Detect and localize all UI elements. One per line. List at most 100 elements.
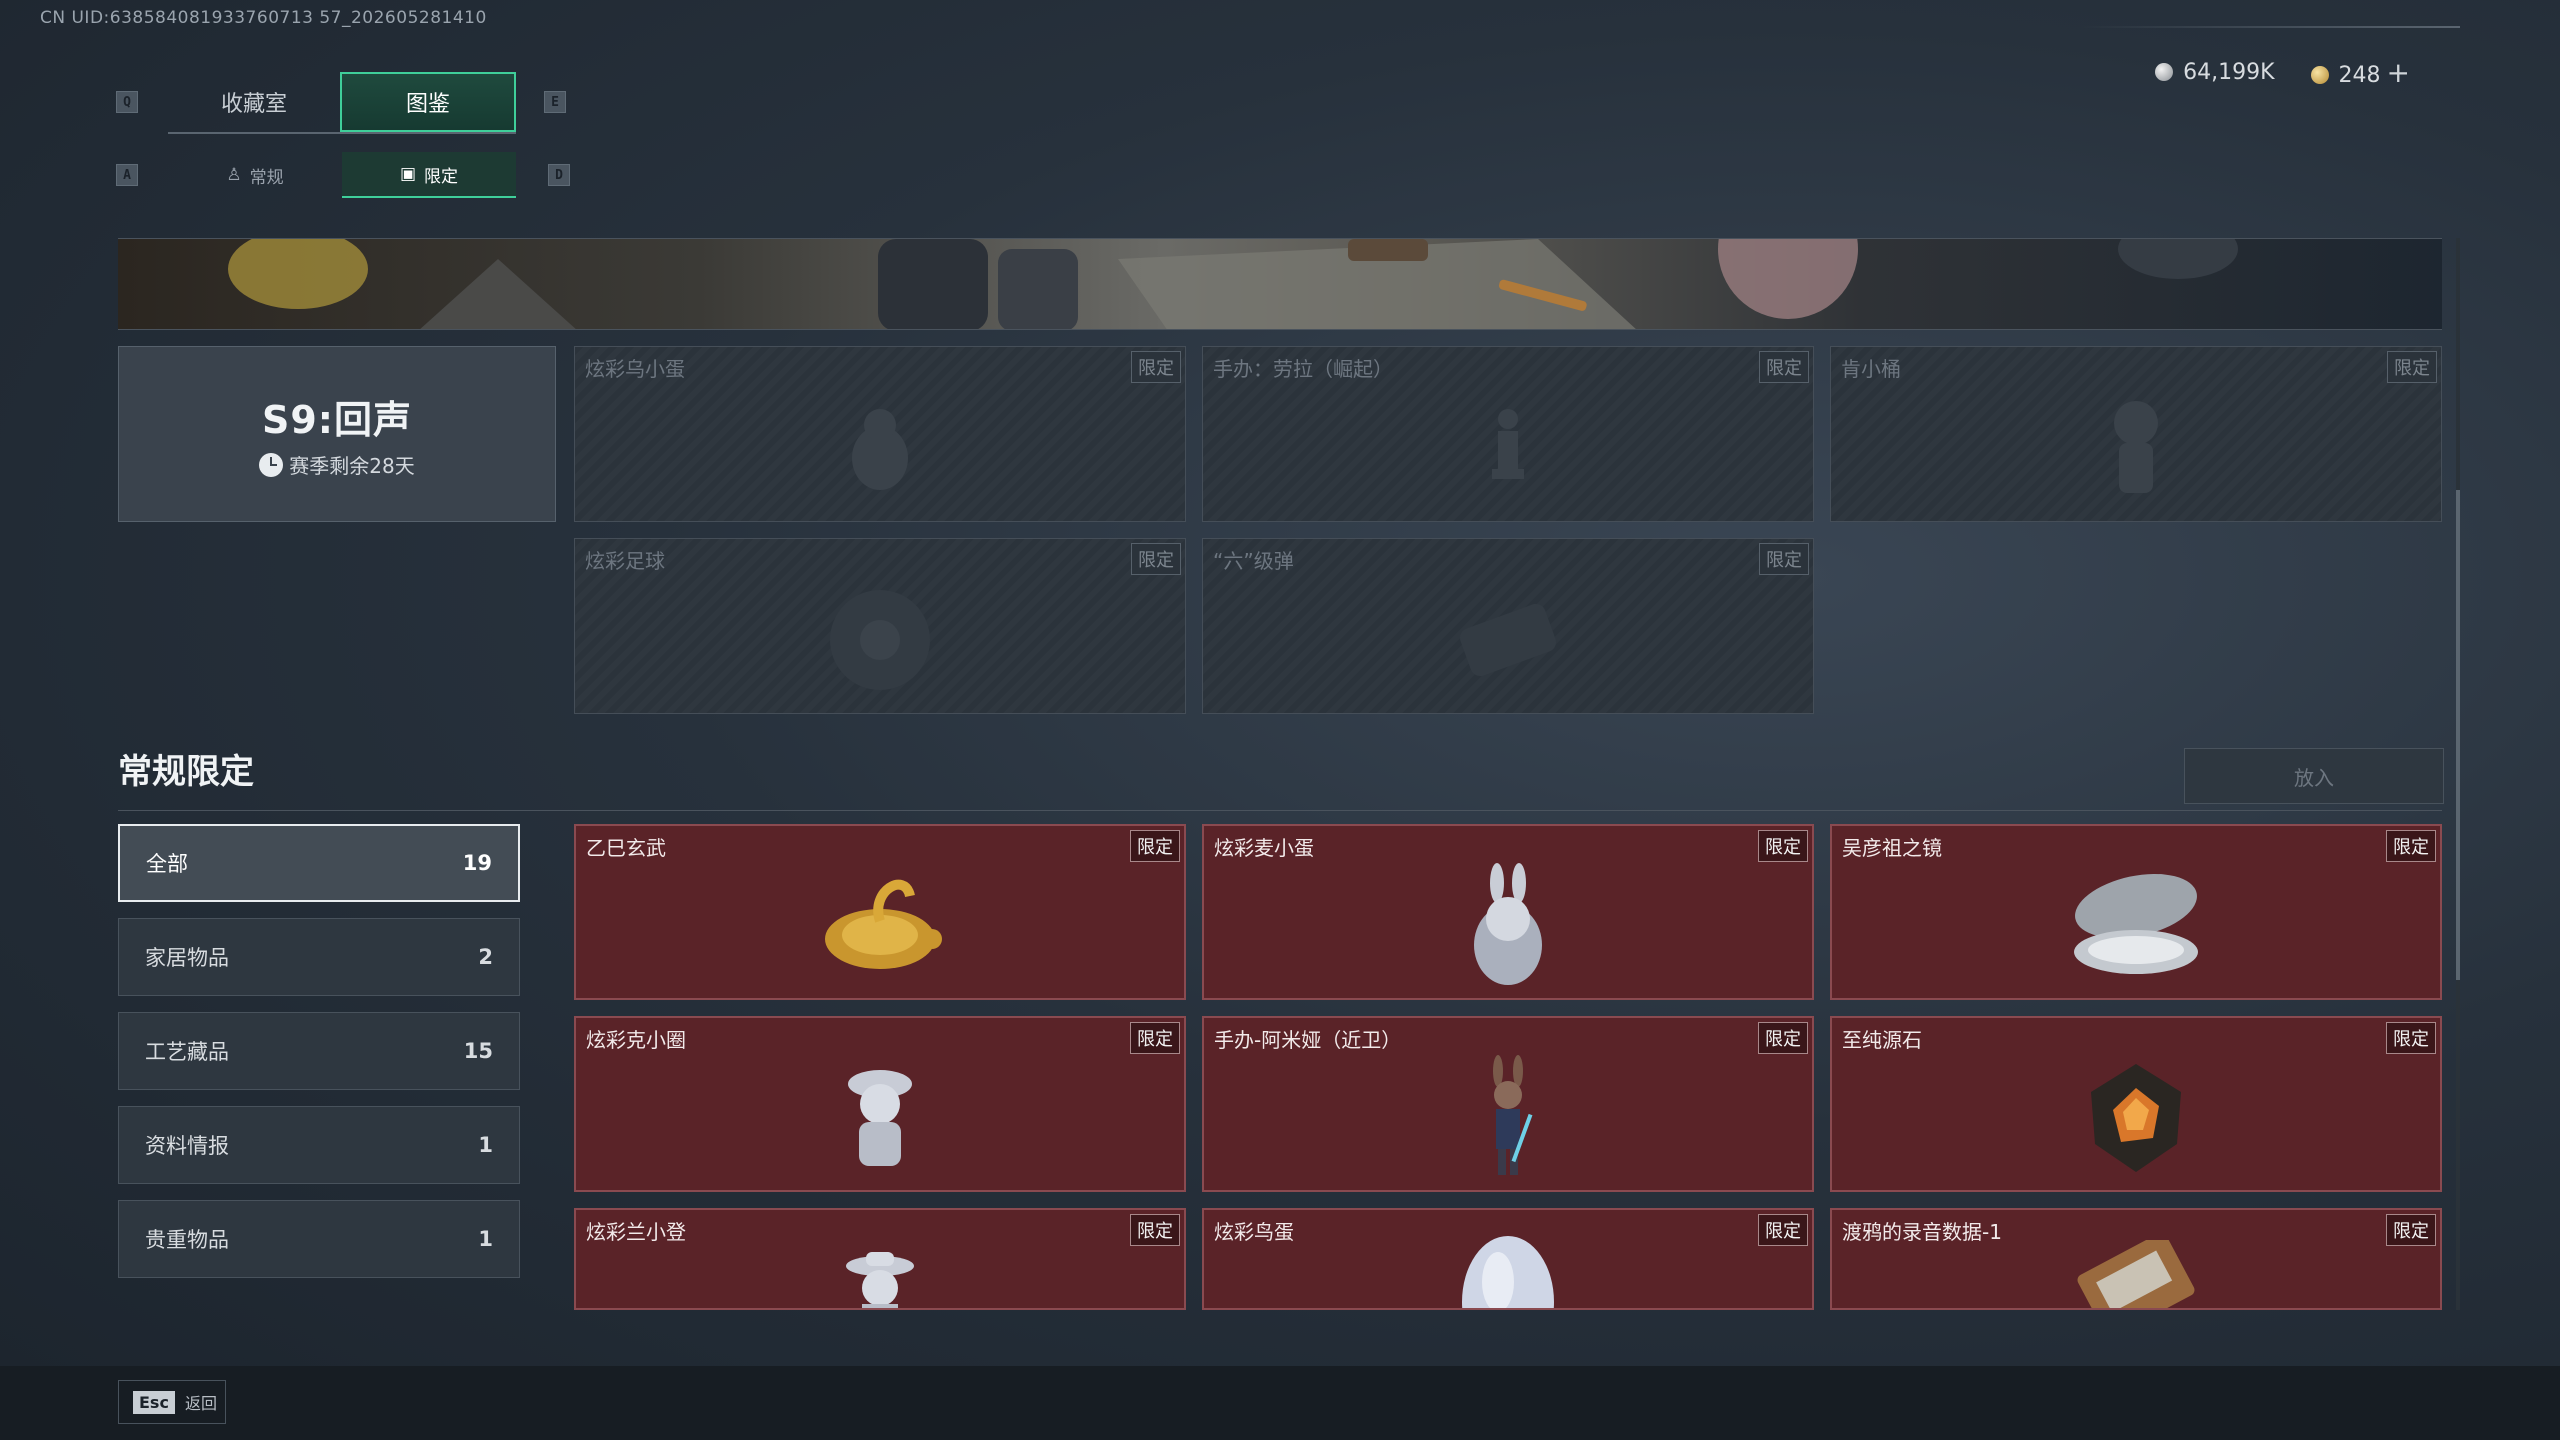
put-in-button[interactable]: 放入 [2184,748,2444,804]
season-remaining-text: 赛季剩余28天 [289,454,415,478]
item-name: 吴彦祖之镜 [1842,836,1942,860]
item-name: 炫彩足球 [585,549,665,573]
uid-text: CN UID:638584081933760713 57_20260528141… [40,8,487,28]
season-info-card: S9:回声 赛季剩余28天 [118,346,556,522]
season-item-card[interactable]: 肯小桶 限定 [1830,346,2442,522]
category-count: 15 [463,1039,493,1063]
season-item-card[interactable]: 手办：劳拉（崛起） 限定 [1202,346,1814,522]
key-a-hint: A [116,164,138,186]
category-label: 贵重物品 [145,1228,229,1252]
silver-amount: 64,199K [2183,60,2275,85]
limited-tag: 限定 [1759,351,1809,383]
limited-tag: 限定 [1130,1022,1180,1054]
silver-coin-icon [2155,63,2174,81]
collection-item-card[interactable]: 至纯源石 限定 [1830,1016,2442,1192]
season-banner-image [118,238,2442,330]
key-d-hint: D [548,164,570,186]
category-home[interactable]: 家居物品 2 [118,918,520,996]
clock-icon [259,452,284,477]
item-name: 手办：劳拉（崛起） [1213,357,1393,381]
collection-item-card[interactable]: 炫彩麦小蛋 限定 [1202,824,1814,1000]
top-divider [2080,26,2460,28]
item-name: 炫彩麦小蛋 [1214,836,1314,860]
scrollbar-thumb[interactable] [2456,490,2460,980]
section-title: 常规限定 [118,752,254,792]
collection-item-card[interactable]: 炫彩兰小登 限定 [574,1208,1186,1310]
season-remaining: 赛季剩余28天 [259,450,415,479]
section-divider [118,810,2442,811]
item-name: 炫彩兰小登 [586,1220,686,1244]
tab-limited[interactable]: ▣ 限定 [342,152,516,198]
item-name: 渡鸦的录音数据-1 [1842,1220,2002,1244]
item-name: 手办-阿米娅（近卫） [1214,1028,1402,1052]
back-button[interactable]: Esc 返回 [118,1380,226,1424]
football-silhouette-icon [830,589,930,690]
tab-collection-room[interactable]: 收藏室 [168,72,340,132]
figure-icon: ♙ [226,165,242,185]
limited-tag: 限定 [1130,1214,1180,1246]
cassette-tape-icon [2077,1240,2195,1308]
image-icon: ▣ [399,164,417,184]
rabbit-egg-icon [1474,862,1542,985]
category-crafts[interactable]: 工艺藏品 15 [118,1012,520,1090]
originium-crystal-icon [2091,1063,2181,1172]
add-currency-button[interactable]: + [2387,56,2410,89]
collection-item-card[interactable]: 手办-阿米娅（近卫） 限定 [1202,1016,1814,1192]
item-name: “六”级弹 [1213,549,1294,573]
ammo-silhouette-icon [1459,603,1557,676]
collection-item-card[interactable]: 吴彦祖之镜 限定 [1830,824,2442,1000]
compact-mirror-icon [2074,873,2198,974]
figurine-silhouette-icon [1492,408,1524,479]
gold-amount: 248 [2338,63,2381,88]
key-e-hint: E [544,91,566,113]
item-name: 炫彩鸟蛋 [1214,1220,1294,1244]
category-all[interactable]: 全部 19 [118,824,520,902]
limited-tag: 限定 [2386,1214,2436,1246]
season-item-card[interactable]: 炫彩足球 限定 [574,538,1186,714]
item-name: 炫彩乌小蛋 [585,357,685,381]
collection-item-card[interactable]: 乙巳玄武 限定 [574,824,1186,1000]
tab-regular[interactable]: ♙ 常规 [168,152,342,198]
esc-key-icon: Esc [133,1390,175,1414]
limited-tag: 限定 [2387,351,2437,383]
gold-currency: 248 + [2310,56,2410,89]
item-name: 至纯源石 [1842,1028,1922,1052]
category-count: 1 [478,1227,493,1251]
category-label: 工艺藏品 [145,1040,229,1064]
tab-limited-label: 限定 [424,166,459,187]
gold-coin-icon [2310,66,2329,84]
banner-art [228,239,2238,329]
collection-item-card[interactable]: 渡鸦的录音数据-1 限定 [1830,1208,2442,1310]
silver-currency: 64,199K [2155,60,2275,85]
category-label: 全部 [146,852,188,876]
hatted-figure-icon [848,1069,912,1166]
category-label: 家居物品 [145,946,229,970]
category-valuables[interactable]: 贵重物品 1 [118,1200,520,1278]
category-intel[interactable]: 资料情报 1 [118,1106,520,1184]
limited-tag: 限定 [1131,543,1181,575]
item-name: 炫彩克小圈 [586,1028,686,1052]
currency-bar: 64,199K 248 + [2155,56,2410,89]
item-name: 乙巳玄武 [586,836,666,860]
limited-tag: 限定 [1131,351,1181,383]
main-tabs: 收藏室 图鉴 [168,72,516,134]
tab-codex[interactable]: 图鉴 [340,72,516,132]
category-list: 全部 19 家居物品 2 工艺藏品 15 资料情报 1 贵重物品 1 [118,824,520,1294]
key-q-hint: Q [116,91,138,113]
limited-tag: 限定 [1130,830,1180,862]
sombrero-figure-icon [846,1252,914,1308]
category-count: 1 [478,1133,493,1157]
collection-item-card[interactable]: 炫彩鸟蛋 限定 [1202,1208,1814,1310]
season-item-card[interactable]: “六”级弹 限定 [1202,538,1814,714]
amiya-figure-icon [1493,1054,1533,1175]
footer-bar [0,1366,2560,1440]
tab-regular-label: 常规 [249,167,284,188]
mascot-silhouette-icon [2114,400,2158,493]
golden-turtle-snake-icon [825,879,942,969]
limited-tag: 限定 [1758,1214,1808,1246]
season-item-card[interactable]: 炫彩乌小蛋 限定 [574,346,1186,522]
collection-item-card[interactable]: 炫彩克小圈 限定 [574,1016,1186,1192]
iridescent-egg-icon [1462,1236,1554,1308]
season-title: S9:回声 [261,398,412,442]
item-name: 肯小桶 [1841,357,1901,381]
